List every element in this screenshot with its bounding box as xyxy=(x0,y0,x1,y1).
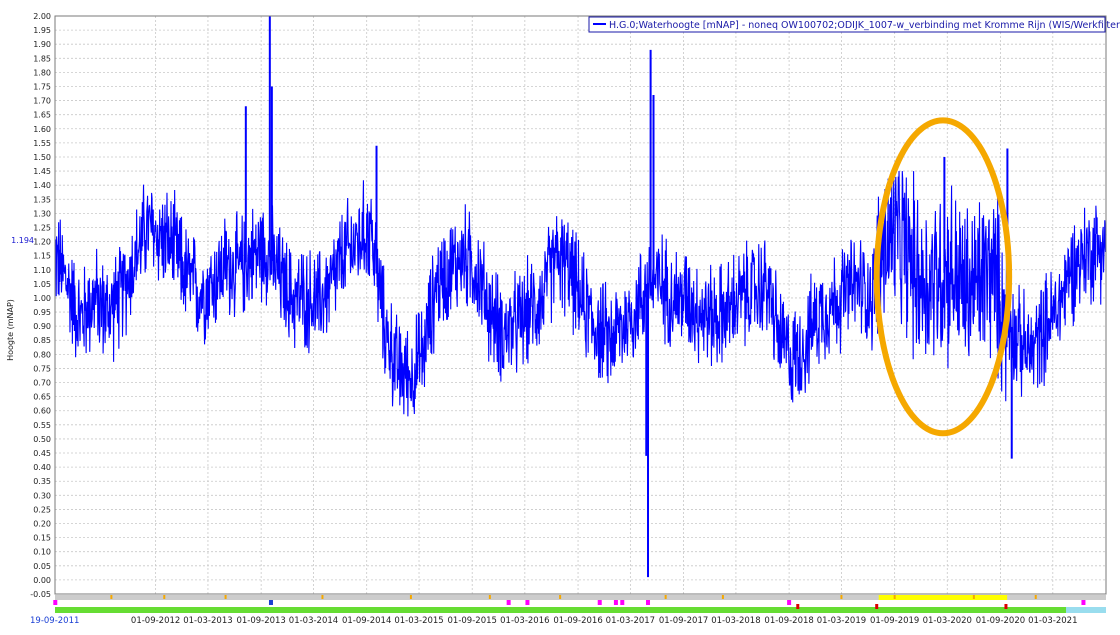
y-tick-label: 1.35 xyxy=(33,195,51,204)
x-tick-label: 01-09-2016 xyxy=(553,616,602,626)
timeline-tick xyxy=(224,595,227,599)
x-tick-label: 01-03-2013 xyxy=(183,616,232,626)
y-tick-label: 0.05 xyxy=(33,562,51,571)
timeline-marker xyxy=(787,600,792,605)
y-tick-label: 2.00 xyxy=(33,12,51,21)
y-tick-label: 1.95 xyxy=(33,26,51,35)
timeline-yellow-selection xyxy=(878,595,1008,600)
y-tick-label: 0.80 xyxy=(33,350,51,359)
y-tick-label: 1.70 xyxy=(33,97,51,106)
timeline-tick xyxy=(1034,595,1037,599)
x-tick-label: 01-09-2020 xyxy=(976,616,1025,626)
current-value-label: 1.194 xyxy=(11,236,34,245)
y-tick-label: 1.20 xyxy=(33,238,51,247)
waterhoogte-chart: -0.05 0.00 0.05 0.10 0.15 0.20 0.25 0.30 0.35 0.4… xyxy=(0,0,1120,635)
y-tick-label: 1.55 xyxy=(33,139,51,148)
y-tick-label: 1.30 xyxy=(33,209,51,218)
timeline-tick xyxy=(664,595,667,599)
y-tick-label: 0.70 xyxy=(33,379,51,388)
y-tick-label: 0.40 xyxy=(33,463,51,472)
x-tick-label: 01-03-2019 xyxy=(817,616,866,626)
x-tick-label: 01-03-2014 xyxy=(289,616,338,626)
timeline-marker xyxy=(613,600,618,605)
x-tick-label: 01-09-2019 xyxy=(870,616,919,626)
timeline-tick xyxy=(893,595,896,599)
y-tick-label: 0.60 xyxy=(33,407,51,416)
y-tick-label: 0.35 xyxy=(33,477,51,486)
y-tick-label: 1.40 xyxy=(33,181,51,190)
x-tick-label: 01-03-2018 xyxy=(711,616,760,626)
y-tick-label: 1.10 xyxy=(33,266,51,275)
timeline-tick xyxy=(409,595,412,599)
y-tick-label: 1.15 xyxy=(33,252,51,261)
timeline-marker xyxy=(53,600,58,605)
y-tick-label: 1.75 xyxy=(33,82,51,91)
timeline-red-marker xyxy=(1004,604,1008,609)
x-tick-label: 01-09-2012 xyxy=(131,616,180,626)
legend-label: H.G.0;Waterhoogte [mNAP] - noneq OW10070… xyxy=(609,20,1120,31)
y-tick-label: 1.45 xyxy=(33,167,51,176)
timeline-tick xyxy=(972,595,975,599)
legend[interactable]: H.G.0;Waterhoogte [mNAP] - noneq OW10070… xyxy=(588,16,1120,33)
y-tick-label: 1.85 xyxy=(33,54,51,63)
y-tick-label: 1.60 xyxy=(33,125,51,134)
x-tick-label: 01-09-2015 xyxy=(448,616,497,626)
timeline-red-marker xyxy=(875,604,879,609)
y-tick-label: 0.65 xyxy=(33,393,51,402)
timeline-tick xyxy=(840,595,843,599)
y-tick-label: 0.20 xyxy=(33,520,51,529)
y-tick-label: 1.50 xyxy=(33,153,51,162)
timeline-green-bar xyxy=(55,607,1066,613)
timeline-tick xyxy=(721,595,724,599)
timeline-tick xyxy=(110,595,113,599)
timeline-marker xyxy=(620,600,625,605)
y-tick-label: 0.10 xyxy=(33,548,51,557)
timeline-tick xyxy=(488,595,491,599)
timeline-marker xyxy=(268,600,273,605)
y-tick-label: 0.55 xyxy=(33,421,51,430)
start-date-label: 19-09-2011 xyxy=(30,616,79,626)
x-tick-label: 01-09-2018 xyxy=(764,616,813,626)
y-tick-label: 0.85 xyxy=(33,336,51,345)
x-tick-label: 01-03-2021 xyxy=(1028,616,1077,626)
y-tick-label: 0.30 xyxy=(33,491,51,500)
timeline-tick xyxy=(559,595,562,599)
timeline-tick xyxy=(163,595,166,599)
timeline-marker xyxy=(525,600,530,605)
y-tick-label: 0.90 xyxy=(33,322,51,331)
timeline-marker xyxy=(506,600,511,605)
timeline-marker xyxy=(646,600,651,605)
y-tick-label: 0.75 xyxy=(33,364,51,373)
x-tick-label: 01-03-2017 xyxy=(606,616,655,626)
x-tick-label: 01-09-2013 xyxy=(236,616,285,626)
y-tick-label: 1.05 xyxy=(33,280,51,289)
x-tick-label: 01-09-2014 xyxy=(342,616,391,626)
x-tick-label: 01-09-2017 xyxy=(659,616,708,626)
y-tick-label: 1.65 xyxy=(33,111,51,120)
x-tick-label: 01-03-2020 xyxy=(923,616,972,626)
timeline-marker xyxy=(1081,600,1086,605)
timeline-tick xyxy=(321,595,324,599)
y-tick-label: 1.00 xyxy=(33,294,51,303)
y-tick-label: 0.50 xyxy=(33,435,51,444)
timeline-marker xyxy=(597,600,602,605)
timeline-end-bar xyxy=(1066,607,1106,613)
x-tick-label: 01-03-2015 xyxy=(394,616,443,626)
timeline-red-marker xyxy=(796,604,800,609)
y-tick-label: 0.25 xyxy=(33,505,51,514)
y-tick-label: 1.90 xyxy=(33,40,51,49)
x-tick-label: 01-03-2016 xyxy=(500,616,549,626)
y-tick-label: 0.15 xyxy=(33,534,51,543)
y-tick-label: 1.80 xyxy=(33,68,51,77)
y-axis-label: Hoogte (mNAP) xyxy=(6,299,15,361)
y-tick-label: -0.05 xyxy=(30,590,51,599)
plot-background xyxy=(0,0,1120,635)
y-tick-label: 1.25 xyxy=(33,223,51,232)
y-tick-label: 0.45 xyxy=(33,449,51,458)
y-tick-label: 0.00 xyxy=(33,576,51,585)
y-tick-label: 0.95 xyxy=(33,308,51,317)
